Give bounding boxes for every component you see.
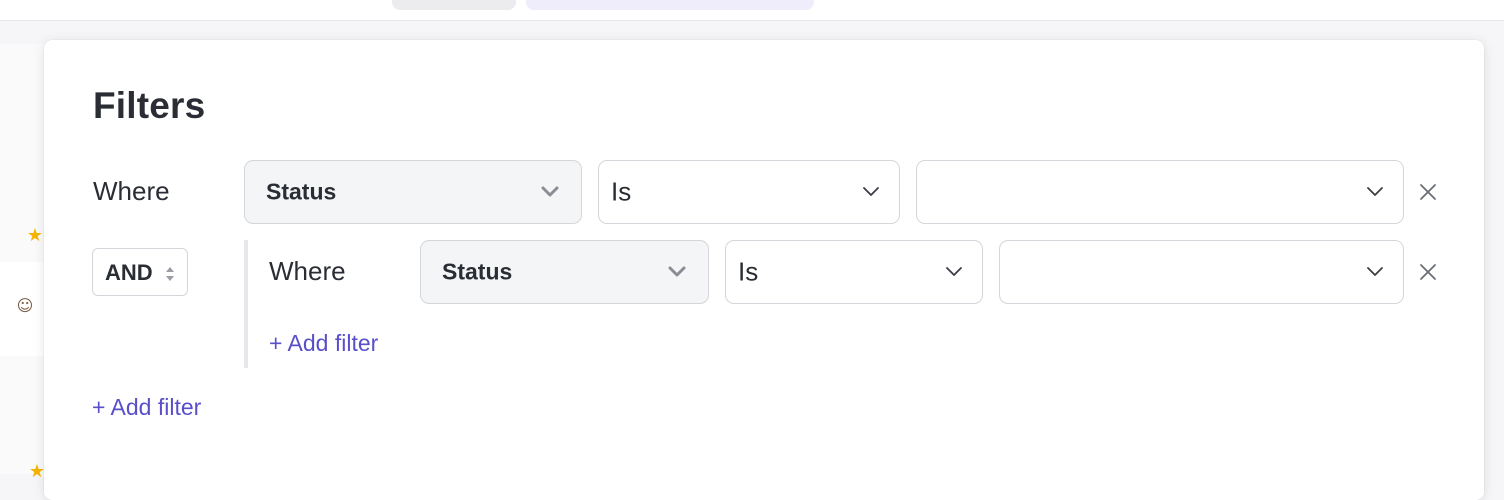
chevron-down-icon — [668, 266, 686, 277]
filter-value-select[interactable] — [999, 240, 1404, 304]
add-filter-link[interactable]: + Add filter — [92, 394, 201, 421]
top-bar-active-tab[interactable] — [526, 0, 814, 10]
where-label: Where — [93, 176, 170, 206]
star-icon: ★ — [26, 225, 44, 246]
panel-title: Filters — [93, 85, 206, 126]
conjunction-label: AND — [105, 260, 153, 285]
conjunction-toggle[interactable]: AND — [92, 248, 188, 296]
filter-operator-select[interactable]: Is — [598, 160, 900, 224]
filters-panel: Filters Where Status Is AND Where Status — [44, 40, 1484, 500]
chevron-down-icon — [1367, 187, 1383, 196]
chevron-down-icon — [863, 187, 879, 196]
filter-field-value: Status — [266, 178, 337, 205]
close-icon[interactable] — [1418, 262, 1438, 282]
chevron-down-icon — [946, 267, 962, 276]
filter-field-select[interactable]: Status — [244, 160, 582, 224]
background-sidebar — [0, 44, 44, 474]
filter-value-select[interactable] — [916, 160, 1404, 224]
app-top-bar — [0, 0, 1504, 21]
avatar-icon: ☺ — [16, 296, 34, 315]
close-icon[interactable] — [1418, 182, 1438, 202]
add-filter-in-group-link[interactable]: + Add filter — [269, 330, 378, 357]
where-label: Where — [269, 256, 346, 286]
chevron-down-icon — [1367, 267, 1383, 276]
filter-field-value: Status — [442, 258, 513, 285]
top-bar-tab[interactable] — [392, 0, 516, 10]
sort-arrows-icon — [166, 267, 174, 281]
filter-field-select[interactable]: Status — [420, 240, 709, 304]
filter-operator-value: Is — [738, 256, 759, 287]
chevron-down-icon — [541, 186, 559, 197]
filter-operator-value: Is — [611, 176, 632, 207]
filter-operator-select[interactable]: Is — [725, 240, 983, 304]
filter-group-bar — [244, 240, 248, 368]
